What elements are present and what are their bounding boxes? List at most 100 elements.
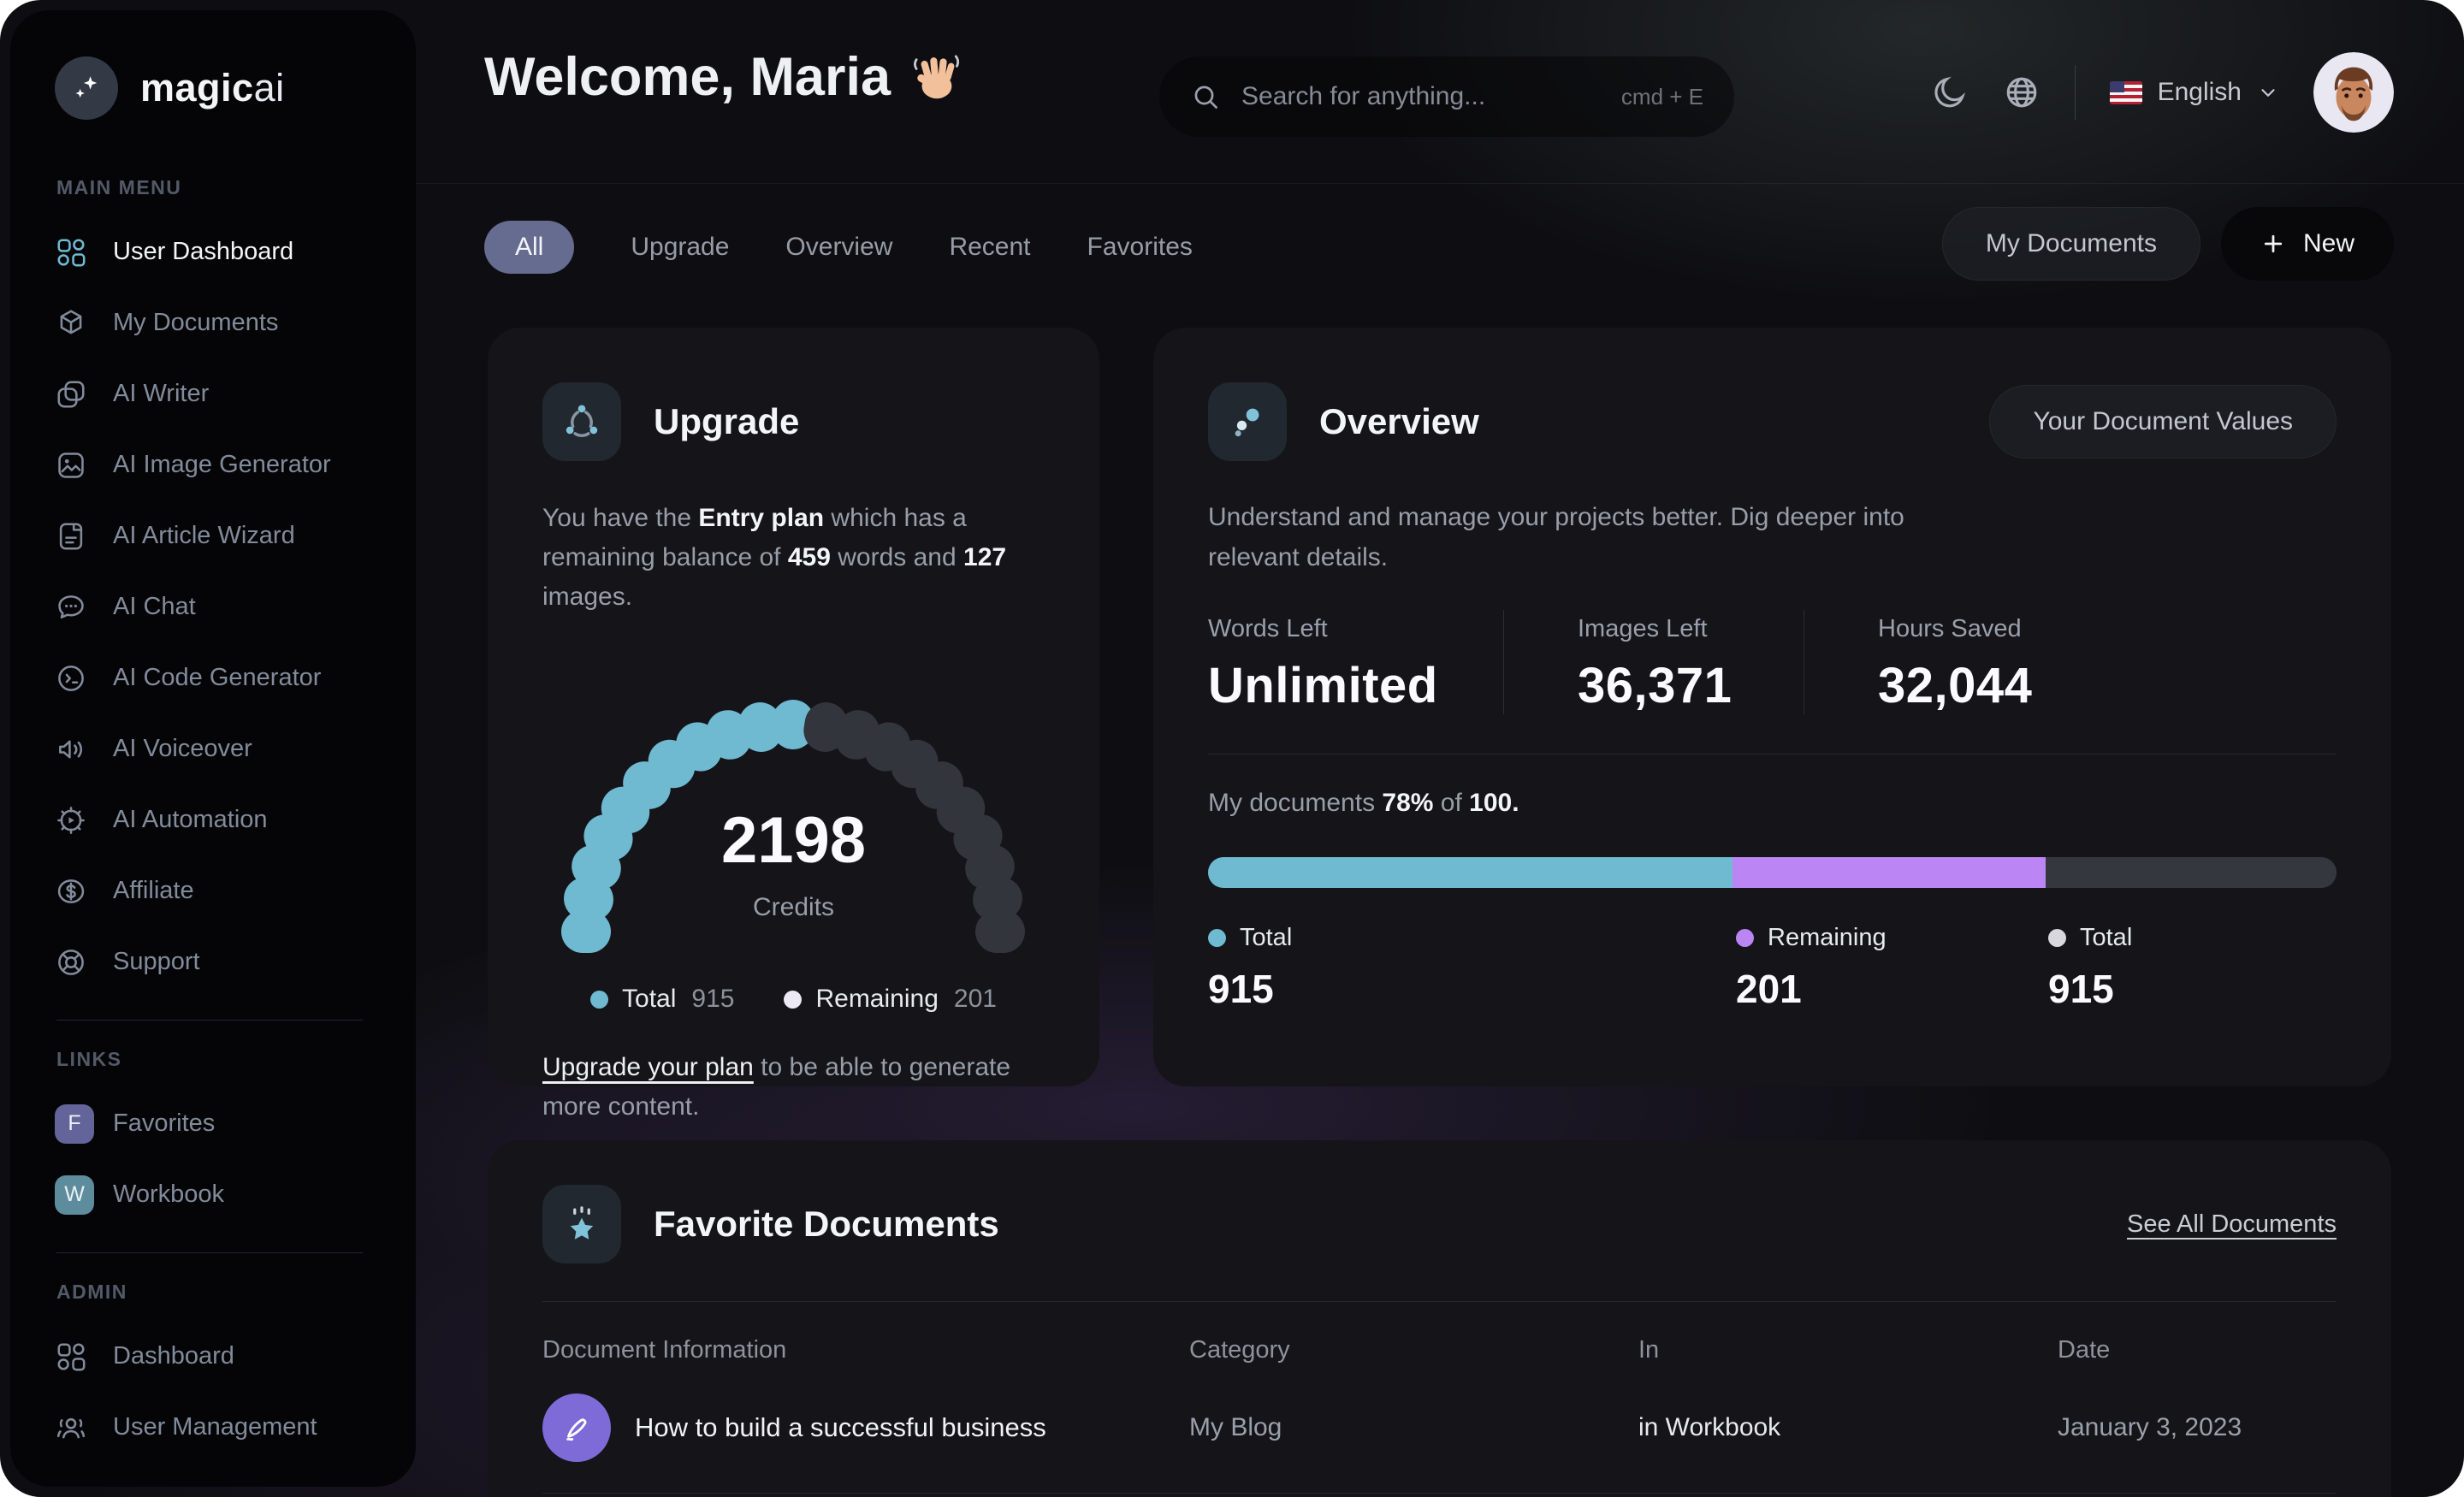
stat-words-left: Words Left Unlimited bbox=[1208, 610, 1504, 714]
lifebuoy-icon bbox=[55, 946, 87, 979]
new-button[interactable]: New bbox=[2220, 207, 2394, 281]
page-title: Welcome, Maria bbox=[484, 46, 962, 108]
workbook-badge: W bbox=[55, 1175, 94, 1215]
sidebar-item-ai-automation[interactable]: AI Automation bbox=[55, 784, 375, 855]
speaker-icon bbox=[55, 733, 87, 766]
documents-progress-label: My documents 78% of 100. bbox=[1208, 789, 1519, 817]
us-flag-icon bbox=[2109, 80, 2142, 104]
my-documents-button[interactable]: My Documents bbox=[1941, 207, 2200, 281]
sidebar-item-ai-chat[interactable]: AI Chat bbox=[55, 571, 375, 642]
tab-favorites[interactable]: Favorites bbox=[1087, 221, 1193, 274]
filter-tabs: All Upgrade Overview Recent Favorites bbox=[484, 210, 1193, 284]
remaining-legend-dot bbox=[1736, 929, 1754, 947]
upgrade-share-icon bbox=[542, 382, 621, 461]
image-icon bbox=[55, 449, 87, 482]
tab-recent[interactable]: Recent bbox=[949, 221, 1030, 274]
globe-icon[interactable] bbox=[2003, 74, 2040, 111]
overview-card: Overview Your Document Values Understand… bbox=[1153, 328, 2391, 1086]
document-values-button[interactable]: Your Document Values bbox=[1989, 385, 2337, 459]
terminal-icon bbox=[55, 662, 87, 695]
search-input[interactable] bbox=[1240, 81, 1602, 112]
sidebar-item-workbook[interactable]: W Workbook bbox=[55, 1159, 375, 1230]
sidebar-item-ai-image-generator[interactable]: AI Image Generator bbox=[55, 429, 375, 500]
table-row[interactable]: How to build a successful business My Bl… bbox=[542, 1393, 2337, 1494]
search-shortcut: cmd + E bbox=[1620, 83, 1703, 109]
docs-divider bbox=[542, 1301, 2337, 1302]
content-divider bbox=[416, 183, 2464, 184]
overview-card-title: Overview bbox=[1319, 401, 1479, 441]
remaining-legend-dot bbox=[784, 990, 803, 1009]
main-menu-label: MAIN MENU bbox=[56, 176, 182, 198]
sidebar-item-user-dashboard[interactable]: User Dashboard bbox=[55, 216, 375, 287]
sidebar-item-support[interactable]: Support bbox=[55, 926, 375, 997]
credits-label: Credits bbox=[752, 893, 835, 921]
overview-description: Understand and manage your projects bett… bbox=[1208, 503, 1904, 571]
documents-progress-bar bbox=[1208, 857, 2337, 888]
overview-stats: Words Left Unlimited Images Left 36,371 … bbox=[1208, 610, 2337, 714]
cube-icon bbox=[55, 307, 87, 340]
chat-bubble-icon bbox=[55, 591, 87, 624]
progress-legend-total2: Total 915 bbox=[2048, 924, 2133, 1011]
sidebar-item-favorites[interactable]: F Favorites bbox=[55, 1088, 375, 1159]
pages-icon bbox=[55, 378, 87, 411]
tab-overview[interactable]: Overview bbox=[785, 221, 892, 274]
tab-all[interactable]: All bbox=[484, 221, 575, 274]
sparkle-logo-icon bbox=[55, 56, 118, 120]
sidebar-item-ai-voiceover[interactable]: AI Voiceover bbox=[55, 713, 375, 784]
users-icon bbox=[55, 1411, 87, 1444]
stat-hours-saved: Hours Saved 32,044 bbox=[1878, 615, 2033, 713]
sidebar-item-ai-writer[interactable]: AI Writer bbox=[55, 358, 375, 429]
progress-legend-remaining: Remaining 201 bbox=[1736, 924, 1886, 1011]
chevron-down-icon bbox=[2261, 89, 2275, 97]
plan-summary: You have the Entry plan which has a rema… bbox=[542, 504, 1007, 611]
sidebar-item-my-documents[interactable]: My Documents bbox=[55, 287, 375, 358]
sidebar: magicai MAIN MENU User Dashboard My Docu… bbox=[10, 10, 416, 1487]
tab-upgrade[interactable]: Upgrade bbox=[631, 221, 729, 274]
language-selector[interactable]: English bbox=[2109, 78, 2279, 107]
dollar-icon bbox=[55, 875, 87, 908]
credits-gauge: 2198 Credits bbox=[542, 642, 1045, 978]
plus-icon bbox=[2264, 234, 2283, 253]
admin-label: ADMIN bbox=[56, 1281, 127, 1303]
total2-legend-dot bbox=[2048, 929, 2066, 947]
document-category: My Blog bbox=[1189, 1413, 1282, 1441]
credits-value: 2198 bbox=[720, 804, 867, 877]
docs-card-title: Favorite Documents bbox=[654, 1204, 999, 1244]
credits-legend: Total 915 Remaining 201 bbox=[542, 985, 1045, 1014]
upgrade-plan-link[interactable]: Upgrade your plan bbox=[542, 1053, 754, 1081]
document-icon bbox=[55, 520, 87, 553]
document-date: January 3, 2023 bbox=[2058, 1413, 2242, 1441]
upgrade-card-title: Upgrade bbox=[654, 401, 800, 441]
search-icon bbox=[1194, 86, 1217, 109]
header-divider bbox=[2074, 65, 2076, 120]
header-controls: English bbox=[1931, 51, 2394, 133]
sidebar-item-ai-code-generator[interactable]: AI Code Generator bbox=[55, 642, 375, 713]
progress-legend-total: Total 915 bbox=[1208, 924, 1293, 1011]
total-legend-dot bbox=[1208, 929, 1226, 947]
brand-logo[interactable]: magicai bbox=[55, 56, 375, 120]
app-window: magicai MAIN MENU User Dashboard My Docu… bbox=[0, 0, 2464, 1497]
grid-icon bbox=[55, 1340, 87, 1373]
sidebar-divider bbox=[56, 1252, 363, 1253]
sidebar-item-affiliate[interactable]: Affiliate bbox=[55, 855, 375, 926]
upgrade-card: Upgrade You have the Entry plan which ha… bbox=[488, 328, 1099, 1121]
links-label: LINKS bbox=[56, 1048, 122, 1070]
total-legend-dot bbox=[590, 990, 609, 1009]
docs-table-header: Document Information Category In Date bbox=[542, 1336, 2111, 1364]
brand-name: magicai bbox=[140, 66, 285, 109]
sidebar-item-admin-dashboard[interactable]: Dashboard bbox=[55, 1321, 375, 1392]
favorite-documents-card: Favorite Documents See All Documents Doc… bbox=[488, 1140, 2391, 1497]
sidebar-divider bbox=[56, 1020, 363, 1021]
header-actions: My Documents New bbox=[1941, 207, 2394, 281]
stat-images-left: Images Left 36,371 bbox=[1504, 610, 1804, 714]
sidebar-item-ai-article-wizard[interactable]: AI Article Wizard bbox=[55, 500, 375, 571]
waving-hand-icon bbox=[914, 55, 960, 99]
document-title: How to build a successful business bbox=[635, 1412, 1046, 1442]
see-all-documents-link[interactable]: See All Documents bbox=[2127, 1210, 2337, 1239]
user-avatar[interactable] bbox=[2313, 52, 2394, 133]
gear-play-icon bbox=[55, 804, 87, 837]
favorites-badge: F bbox=[55, 1104, 94, 1144]
dark-mode-moon-icon[interactable] bbox=[1931, 74, 1969, 111]
global-search: cmd + E bbox=[1159, 56, 1734, 137]
sidebar-item-user-management[interactable]: User Management bbox=[55, 1392, 375, 1463]
